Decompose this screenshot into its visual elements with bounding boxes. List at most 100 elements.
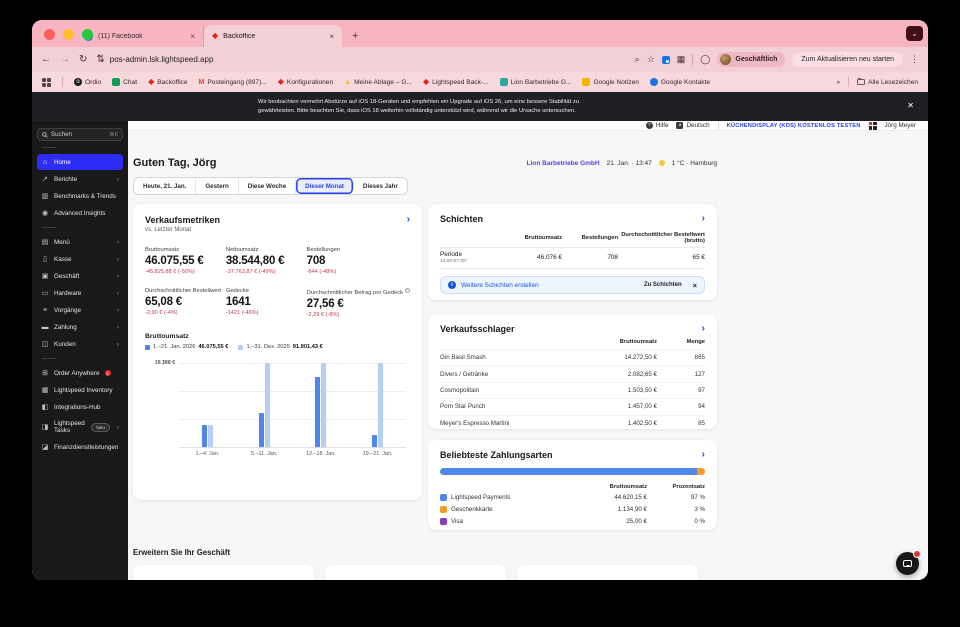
weather-label: 1 °C · Hamburg (671, 159, 717, 167)
bookmark-drive[interactable]: ▲ Meine Ablage – G... (344, 79, 412, 86)
sidebar-item-integrations-hub[interactable]: ◧ Integrations-Hub (37, 399, 123, 415)
kds-trial-link[interactable]: KÜCHENDISPLAY (KDS) KOSTENLOS TESTEN (727, 123, 861, 129)
bar (321, 363, 327, 447)
address-bar[interactable]: ⇅ pos-admin.lsk.lightspeed.app (96, 54, 625, 65)
sidebar-item-home[interactable]: ⌂ Home (37, 154, 123, 170)
tab-overview-button[interactable]: ⌄ (906, 26, 923, 41)
filter-this-year[interactable]: Dieses Jahr (354, 178, 407, 194)
grow-section: Erweitern Sie Ihr Geschäft (133, 548, 717, 580)
zoom-window-button[interactable] (82, 29, 93, 40)
notification-badge: 1 (104, 370, 111, 376)
chevron-right-icon: › (116, 272, 119, 280)
growth-card-stub[interactable] (325, 565, 506, 580)
support-chat-button[interactable] (896, 550, 921, 575)
reports-icon: ↗ (42, 175, 48, 183)
user-menu[interactable]: Jörg Meyer (885, 122, 917, 129)
create-shifts-link[interactable]: Weitere Schichten erstellen (461, 282, 539, 289)
new-tab-button[interactable]: + (352, 30, 358, 42)
bookmark-ordio[interactable]: o Ordio (74, 78, 101, 86)
open-payments-chevron[interactable]: › (702, 450, 705, 460)
lightspeed-icon: ◆ (148, 77, 155, 86)
open-sales-report-chevron[interactable]: › (407, 215, 410, 225)
reload-icon[interactable]: ↻ (79, 54, 87, 65)
sidebar-item-kunden[interactable]: ◫ Kunden › (37, 336, 123, 352)
back-icon[interactable]: ← (41, 54, 51, 65)
folder-icon (857, 78, 866, 85)
bookmark-google-notizen[interactable]: Google Notizen (582, 78, 639, 86)
lightspeed-icon: ◆ (422, 77, 430, 86)
sidebar-item-menu[interactable]: ▤ Menü › (37, 234, 123, 250)
site-info-icon[interactable]: ⇅ (96, 54, 104, 65)
sidebar-item-lightspeed-inventory[interactable]: ▦ Lightspeed Inventory (37, 382, 123, 398)
bookmark-lightspeed-back[interactable]: ◆ Lightspeed Back-... (423, 78, 489, 86)
close-tab-icon[interactable]: × (329, 32, 334, 41)
bookmark-backoffice[interactable]: ◆ Backoffice (148, 78, 187, 86)
minimize-window-button[interactable] (63, 29, 74, 40)
filter-today[interactable]: Heute, 21. Jan. (134, 178, 197, 194)
sidebar-item-order-anywhere[interactable]: ⊞ Order Anywhere 1 (37, 365, 123, 381)
browser-toolbar: ← → ↻ ⇅ pos-admin.lsk.lightspeed.app ⌕ ☆… (32, 47, 928, 72)
forward-icon[interactable]: → (60, 54, 70, 65)
tab-title: Backoffice (223, 32, 256, 40)
payment-types-card: Beliebteste Zahlungsarten › Bruttoumsatz… (428, 440, 717, 530)
open-shifts-chevron[interactable]: › (702, 214, 705, 224)
profile-chip[interactable]: Geschäftlich (717, 52, 786, 67)
chart-plot-area: 28.168 € 18.779 € 9.389 € 0 € (155, 360, 406, 448)
metric-net-sales: Nettoumsatz 38.544,80 € -37.763,87 € (-4… (225, 247, 285, 275)
language-button[interactable]: a Deutsch (676, 122, 710, 129)
close-icon[interactable]: × (693, 281, 697, 290)
extensions-puzzle-icon[interactable]: ▦ (677, 55, 686, 64)
tab-backoffice[interactable]: ◆ Backoffice × (204, 25, 342, 47)
order-anywhere-icon: ⊞ (42, 369, 48, 377)
close-banner-icon[interactable]: ✕ (907, 101, 914, 110)
open-top-sellers-chevron[interactable]: › (702, 324, 705, 334)
datetime-label: 21. Jan. · 13:47 (606, 159, 652, 167)
sidebar-item-kasse[interactable]: ▯ Kasse › (37, 251, 123, 267)
card-subtitle: vs. Letzter Monat (145, 227, 192, 233)
sidebar-item-berichte[interactable]: ↗ Berichte › (37, 171, 123, 187)
bookmark-chat[interactable]: Chat (112, 78, 137, 86)
sidebar-item-benchmarks[interactable]: ▥ Benchmarks & Trends (37, 188, 123, 204)
bookmark-star-icon[interactable]: ☆ (647, 55, 655, 64)
sidebar-item-hardware[interactable]: ▭ Hardware › (37, 285, 123, 301)
info-icon[interactable] (405, 288, 410, 293)
password-manager-icon[interactable] (661, 55, 670, 64)
context-meta: Lion Barbetriebe GmbH 21. Jan. · 13:47 1… (527, 160, 717, 167)
help-button[interactable]: ? Hilfe (645, 122, 668, 129)
bookmarks-overflow-chevron[interactable]: » (836, 79, 840, 86)
close-window-button[interactable] (44, 29, 55, 40)
all-bookmarks-button[interactable]: Alle Lesezeichen (857, 78, 918, 86)
go-to-shifts-button[interactable]: Zu Schichten (644, 282, 682, 288)
filter-this-month[interactable]: Dieser Monat (296, 178, 354, 194)
sidebar-item-lightspeed-tasks[interactable]: ◨ Lightspeed Tasks Neu › (37, 416, 123, 438)
bookmark-google-kontakte[interactable]: Google Kontakte (649, 78, 710, 86)
table-row: Geschenkkarte 1.134,90 € 3 % (440, 504, 705, 516)
sidebar-item-geschaeft[interactable]: ▣ Geschäft › (37, 268, 123, 284)
growth-card-stub[interactable] (517, 565, 698, 580)
restart-to-update-button[interactable]: Zum Aktualisieren neu starten (792, 52, 903, 67)
table-row: Porn Star Punch 1.457,00 € 94 (440, 398, 705, 414)
zoom-icon[interactable]: ⌕ (635, 55, 640, 64)
filter-this-week[interactable]: Diese Woche (239, 178, 297, 194)
google-keep-icon (582, 78, 591, 86)
section-title: Erweitern Sie Ihr Geschäft (133, 548, 231, 557)
sidebar-item-advanced-insights[interactable]: ◉ Advanced Insights (37, 205, 123, 221)
sidebar-item-finanzdienstleistungen[interactable]: ◪ Finanzdienstleistungen (37, 439, 123, 455)
apps-grid-icon[interactable] (42, 77, 51, 87)
bookmark-lion-barbetriebe[interactable]: Lion Barbetriebe G... (499, 78, 571, 86)
browser-menu-icon[interactable]: ⋮ (910, 55, 919, 64)
sidebar-item-zahlung[interactable]: ▬ Zahlung › (37, 319, 123, 335)
app-switcher-icon[interactable] (868, 121, 877, 130)
search-input[interactable]: Suchen ⌘K (37, 128, 123, 141)
chart-legend: 1.–21. Jan. 2026 46.075,55 € 1.–31. Dez.… (145, 344, 410, 350)
extension-icon[interactable]: ◯ (700, 55, 710, 64)
tab-facebook[interactable]: f (11) Facebook × (76, 25, 204, 47)
close-tab-icon[interactable]: × (190, 32, 195, 41)
growth-card-stub[interactable] (133, 565, 314, 580)
filter-yesterday[interactable]: Gestern (196, 178, 239, 194)
metric-gross-sales: Bruttoumsatz 46.075,55 € -45.825,88 € (-… (145, 247, 204, 275)
sidebar-item-vorgaenge[interactable]: ≡ Vorgänge › (37, 302, 123, 318)
company-link[interactable]: Lion Barbetriebe GmbH (527, 160, 600, 167)
bookmark-gmail[interactable]: M Posteingang (897)... (199, 79, 267, 86)
bookmark-konfigurationen[interactable]: ◆ Konfigurationen (278, 78, 333, 86)
